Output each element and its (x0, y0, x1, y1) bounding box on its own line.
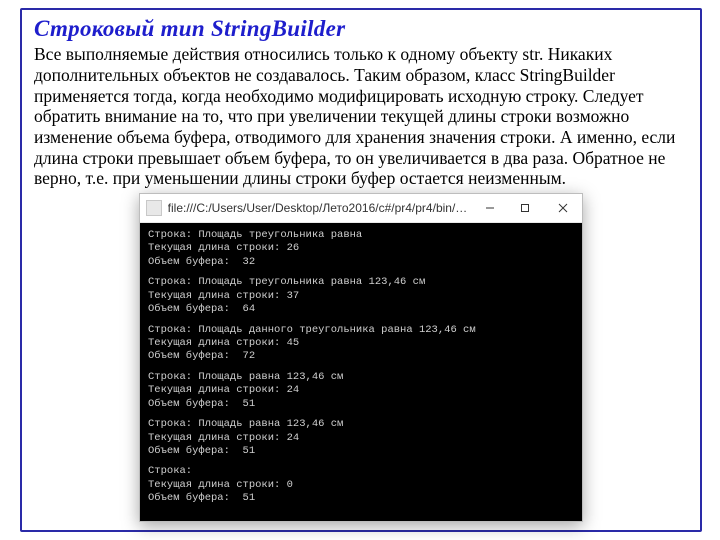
minimize-icon (485, 203, 495, 213)
window-titlebar: file:///C:/Users/User/Desktop/Лето2016/c… (140, 194, 582, 223)
close-icon (558, 203, 568, 213)
console-block: Строка: Площадь данного треугольника рав… (148, 324, 574, 364)
maximize-icon (520, 203, 530, 213)
app-icon (146, 200, 162, 216)
console-output: Строка: Площадь треугольника равна Текущ… (140, 223, 582, 521)
maximize-button[interactable] (508, 194, 543, 222)
console-block: Строка: Площадь треугольника равна Текущ… (148, 229, 574, 269)
console-block: Строка: Площадь треугольника равна 123,4… (148, 276, 574, 316)
slide-body: Все выполняемые действия относились толь… (34, 44, 688, 188)
close-button[interactable] (543, 194, 582, 222)
console-block: Строка: Текущая длина строки: 0 Объем бу… (148, 465, 574, 505)
window-title: file:///C:/Users/User/Desktop/Лето2016/c… (168, 201, 473, 215)
slide-frame: Строковый тип StringBuilder Все выполняе… (20, 8, 702, 532)
console-block: Строка: Площадь равна 123,46 см Текущая … (148, 371, 574, 411)
console-block: Строка: Площадь равна 123,46 см Текущая … (148, 418, 574, 458)
minimize-button[interactable] (473, 194, 508, 222)
slide-title: Строковый тип StringBuilder (34, 16, 690, 42)
console-window: file:///C:/Users/User/Desktop/Лето2016/c… (139, 193, 583, 522)
